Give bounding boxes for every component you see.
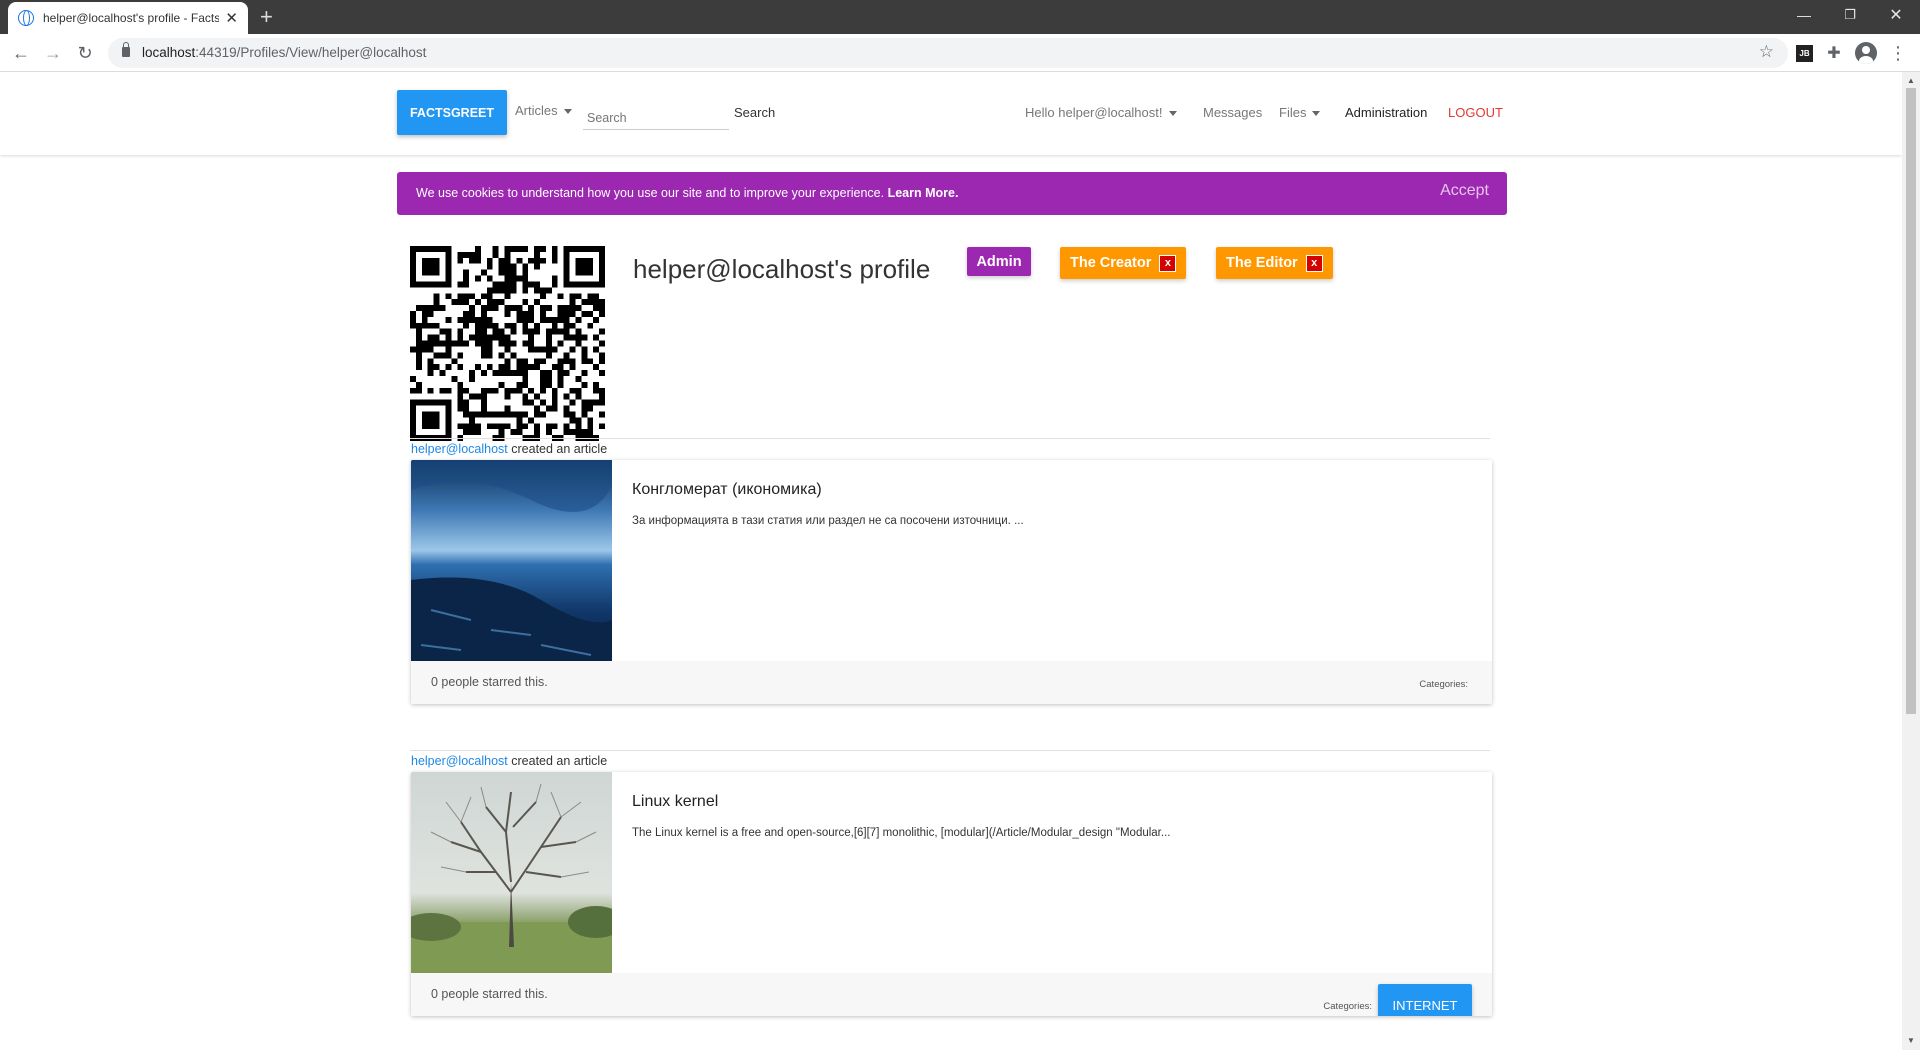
accept-cookies-button[interactable]: Accept [1440,182,1489,200]
star-count: 0 people starred this. [431,675,548,689]
activity-line: helper@localhost created an article [411,442,608,456]
search-button[interactable]: Search [734,105,775,120]
logout-link[interactable]: LOGOUT [1448,105,1503,120]
search-input[interactable] [583,94,729,130]
badge-admin: Admin [967,247,1031,276]
user-link[interactable]: helper@localhost [411,754,508,768]
globe-icon [18,10,34,26]
browser-tabstrip: helper@localhost's profile - FactsGreet … [0,0,1920,34]
chevron-down-icon [1312,111,1321,117]
article-excerpt: The Linux kernel is a free and open-sour… [632,827,1171,839]
bookmark-star-icon[interactable]: ☆ [1759,42,1774,62]
scroll-down-icon[interactable]: ▼ [1907,1036,1915,1045]
close-tab-icon[interactable]: ✕ [225,11,238,26]
messages-link[interactable]: Messages [1203,105,1262,120]
url-text[interactable]: localhost:44319/Profiles/View/helper@loc… [142,45,426,60]
cookie-banner: We use cookies to understand how you use… [397,172,1507,215]
brand-button[interactable]: FACTSGREET [397,90,507,135]
categories-label: Categories: [1419,679,1468,690]
chevron-down-icon [1168,111,1177,117]
tab-title: helper@localhost's profile - FactsGreet [43,11,220,25]
card-footer: 0 people starred this. Categories: [411,661,1492,704]
browser-toolbar: ← → ↻ localhost:44319/Profiles/View/help… [0,34,1920,72]
files-dropdown[interactable]: Files [1279,105,1321,120]
article-title[interactable]: Linux kernel [632,793,718,811]
activity-line: helper@localhost created an article [411,754,608,768]
back-icon[interactable]: ← [10,42,32,64]
category-internet-button[interactable]: INTERNET [1378,984,1472,1016]
scroll-up-icon[interactable]: ▲ [1907,76,1915,85]
minimize-icon[interactable]: — [1781,0,1827,30]
user-link[interactable]: helper@localhost [411,442,508,456]
profile-avatar-icon[interactable] [1855,42,1877,64]
star-count: 0 people starred this. [431,987,548,1001]
restore-icon[interactable]: ❐ [1827,0,1873,30]
article-excerpt: За информацията в тази статия или раздел… [632,515,1024,527]
administration-link[interactable]: Administration [1345,105,1427,120]
article-thumbnail[interactable] [411,772,612,973]
forward-icon[interactable]: → [42,42,64,64]
articles-dropdown[interactable]: Articles [515,103,572,118]
article-card[interactable]: Конгломерат (икономика) За информацията … [411,460,1492,704]
lock-icon [122,42,130,57]
article-card[interactable]: Linux kernel The Linux kernel is a free … [411,772,1492,1016]
site-navbar: FACTSGREET Articles Search Hello helper@… [0,72,1902,155]
extensions-puzzle-icon[interactable]: ✚ [1823,42,1845,64]
card-footer: 0 people starred this. Categories: INTER… [411,973,1492,1016]
jetbrains-extension-icon[interactable]: JB [1796,45,1813,62]
remove-badge-button[interactable]: x [1159,254,1177,272]
cookie-message: We use cookies to understand how you use… [416,186,959,200]
user-greeting-dropdown[interactable]: Hello helper@localhost! [1025,105,1177,120]
chevron-down-icon [563,109,572,115]
categories-label: Categories: [1323,1001,1372,1012]
divider [410,438,1490,439]
divider [410,750,1490,751]
remove-badge-button[interactable]: x [1305,254,1323,272]
window-close-icon[interactable]: ✕ [1873,0,1919,30]
learn-more-link[interactable]: Learn More. [888,186,959,200]
page-scrollbar[interactable]: ▲ ▼ [1902,72,1920,1050]
article-title[interactable]: Конгломерат (икономика) [632,481,822,499]
badge-the-editor: The Editor x [1216,247,1333,279]
scrollbar-thumb[interactable] [1906,88,1916,714]
profile-qr-code [410,246,605,441]
new-tab-button[interactable]: + [260,4,273,30]
reload-icon[interactable]: ↻ [74,42,96,64]
article-thumbnail[interactable] [411,460,612,661]
address-bar[interactable]: localhost:44319/Profiles/View/helper@loc… [108,38,1788,68]
browser-tab[interactable]: helper@localhost's profile - FactsGreet … [8,2,248,34]
page-title: helper@localhost's profile [633,254,931,284]
browser-menu-icon[interactable]: ⋮ [1887,42,1909,64]
badge-the-creator: The Creator x [1060,247,1187,279]
page-viewport: FACTSGREET Articles Search Hello helper@… [0,72,1902,1050]
